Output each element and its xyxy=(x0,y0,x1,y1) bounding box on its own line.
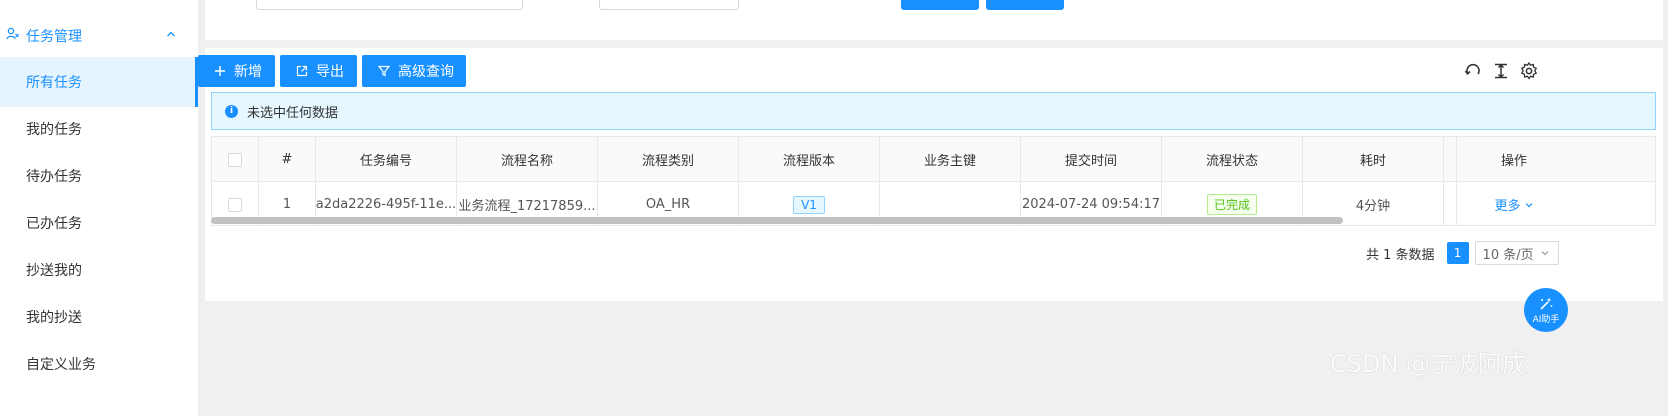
export-button-label: 导出 xyxy=(316,64,344,80)
page-1-button[interactable]: 1 xyxy=(1446,242,1469,264)
user-flow-icon xyxy=(6,27,19,40)
pagination: 共 1 条数据 1 10 条/页 xyxy=(1366,241,1559,265)
sidebar-item-custom-business[interactable]: 自定义业务 xyxy=(0,339,198,389)
sidebar: 任务管理 所有任务 我的任务 待办任务 已办任务 抄送我的 我的抄送 自定义业务 xyxy=(0,0,198,416)
add-button[interactable]: 新增 xyxy=(198,55,275,87)
settings-icon[interactable] xyxy=(1519,61,1539,81)
sidebar-item-label: 所有任务 xyxy=(26,75,82,91)
horizontal-scrollbar[interactable] xyxy=(211,216,1656,226)
column-header: 流程类别 xyxy=(598,137,739,182)
status-badge: 已完成 xyxy=(1206,194,1257,215)
column-header: 业务主键 xyxy=(880,137,1021,182)
menu-group-title: 任务管理 xyxy=(26,29,82,45)
more-actions-link[interactable]: 更多 xyxy=(1494,195,1533,214)
task-list-card: 新增 导出 高级查询 i 未选中任何数据 # 任务编号 流程名称 流程类别 流程… xyxy=(198,48,1663,301)
column-header: 操作 xyxy=(1500,154,1527,169)
sidebar-item-label: 待办任务 xyxy=(26,169,82,185)
chevron-down-icon xyxy=(1541,251,1549,256)
reset-button[interactable] xyxy=(986,0,1064,10)
alert-text: 未选中任何数据 xyxy=(247,105,339,121)
advanced-query-label: 高级查询 xyxy=(398,64,454,80)
sidebar-item-label: 我的抄送 xyxy=(26,310,82,326)
chevron-up-icon xyxy=(167,31,175,37)
search-form-card xyxy=(205,0,1663,40)
search-button[interactable] xyxy=(901,0,979,10)
sidebar-item-done-tasks[interactable]: 已办任务 xyxy=(0,198,198,248)
sidebar-item-cc-to-me[interactable]: 抄送我的 xyxy=(0,245,198,295)
search-field-1[interactable] xyxy=(256,0,523,10)
sidebar-item-label: 已办任务 xyxy=(26,216,82,232)
refresh-icon[interactable] xyxy=(1463,61,1483,81)
search-field-2[interactable] xyxy=(599,0,739,10)
page-size-value: 10 条/页 xyxy=(1482,247,1534,263)
select-all-cell xyxy=(212,137,259,182)
column-header: 流程版本 xyxy=(739,137,880,182)
more-actions-label: 更多 xyxy=(1494,199,1521,214)
sidebar-item-my-tasks[interactable]: 我的任务 xyxy=(0,104,198,154)
chevron-down-icon xyxy=(1525,202,1532,207)
version-tag: V1 xyxy=(793,195,825,214)
sidebar-item-label: 抄送我的 xyxy=(26,263,82,279)
add-button-label: 新增 xyxy=(234,64,262,80)
selection-alert: i 未选中任何数据 xyxy=(211,92,1656,130)
csdn-watermark: CSDN @宁波阿成 xyxy=(1330,350,1527,378)
column-header: 流程状态 xyxy=(1162,137,1303,182)
horizontal-scrollbar-thumb[interactable] xyxy=(211,217,1343,224)
advanced-query-button[interactable]: 高级查询 xyxy=(362,55,466,87)
column-header: 流程名称 xyxy=(457,137,598,182)
select-all-checkbox[interactable] xyxy=(228,152,242,167)
row-checkbox[interactable] xyxy=(228,197,242,212)
filter-icon xyxy=(378,65,390,77)
column-header: 提交时间 xyxy=(1021,137,1162,182)
column-header: 任务编号 xyxy=(316,137,457,182)
sidebar-item-todo-tasks[interactable]: 待办任务 xyxy=(0,151,198,201)
menu-group-task-management[interactable]: 任务管理 xyxy=(0,14,198,58)
ai-assistant-label: AI助手 xyxy=(1532,314,1560,325)
table-header-row: # 任务编号 流程名称 流程类别 流程版本 业务主键 提交时间 流程状态 耗时 … xyxy=(212,137,1655,182)
sidebar-item-all-tasks[interactable]: 所有任务 xyxy=(0,57,198,107)
column-header: # xyxy=(259,137,316,182)
magic-wand-icon xyxy=(1540,297,1553,310)
sidebar-item-my-cc[interactable]: 我的抄送 xyxy=(0,292,198,342)
ai-assistant-button[interactable]: AI助手 xyxy=(1524,288,1568,332)
task-table: # 任务编号 流程名称 流程类别 流程版本 业务主键 提交时间 流程状态 耗时 … xyxy=(211,136,1656,226)
column-height-icon[interactable] xyxy=(1491,61,1511,81)
sidebar-item-label: 我的任务 xyxy=(26,122,82,138)
info-icon: i xyxy=(225,104,238,118)
plus-icon xyxy=(215,66,225,76)
sidebar-item-label: 自定义业务 xyxy=(26,357,96,373)
column-header: 耗时 xyxy=(1303,137,1444,182)
page-size-select[interactable]: 10 条/页 xyxy=(1474,241,1559,265)
pagination-total: 共 1 条数据 xyxy=(1366,247,1435,263)
export-button[interactable]: 导出 xyxy=(280,55,357,87)
export-icon xyxy=(296,65,308,77)
column-header-spacer xyxy=(1444,137,1457,182)
